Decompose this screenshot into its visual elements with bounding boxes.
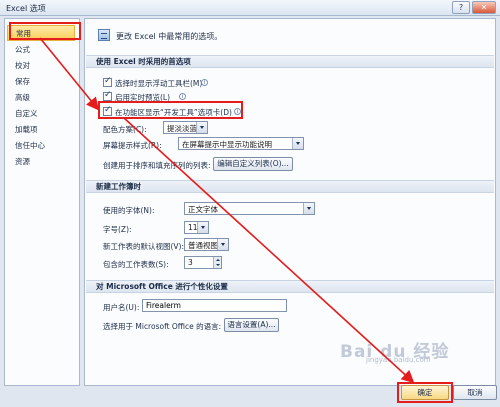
arrow-to-ok-button bbox=[123, 117, 415, 384]
arrow-to-developer-option bbox=[39, 37, 100, 111]
annotation-arrows bbox=[39, 37, 415, 384]
